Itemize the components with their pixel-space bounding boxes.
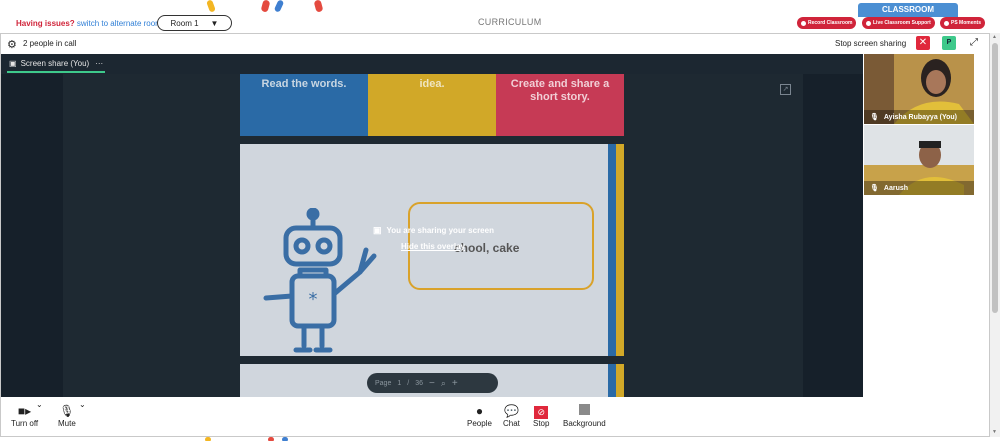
- tab-classroom[interactable]: CLASSROOM: [858, 3, 958, 17]
- scrollbar-thumb[interactable]: [992, 43, 998, 313]
- camera-options-chevron-icon[interactable]: ⌄: [36, 400, 43, 409]
- room-select[interactable]: Room 1 ▼: [157, 15, 232, 31]
- avatar[interactable]: P: [942, 36, 956, 50]
- more-options-icon[interactable]: ···: [95, 59, 103, 68]
- logo-stroke-red: [260, 0, 271, 13]
- tab-screen-share[interactable]: ▣ Screen share (You) ···: [7, 56, 106, 73]
- scroll-up-icon[interactable]: ▲: [992, 34, 997, 40]
- participant-name-bar: 🎙 Ayisha Rubayya (You): [864, 110, 974, 124]
- page-scrollbar[interactable]: ▲ ▼: [990, 33, 1000, 437]
- zoom-out-icon[interactable]: −: [429, 378, 435, 389]
- sharing-overlay: ▣ You are sharing your screen: [373, 225, 494, 236]
- sharing-overlay-text: You are sharing your screen: [386, 226, 494, 235]
- people-button[interactable]: ● People: [467, 403, 492, 428]
- chat-label: Chat: [503, 419, 520, 428]
- video-tile-self[interactable]: 🎙 Ayisha Rubayya (You): [864, 54, 974, 124]
- logo-stroke-blue: [273, 0, 285, 13]
- issues-banner: Having issues? switch to alternate room: [16, 19, 162, 28]
- logo-stroke-bottom-blue: [282, 437, 288, 441]
- record-classroom-button[interactable]: Record Classroom: [797, 17, 857, 29]
- tab-screen-share-label: Screen share (You): [20, 59, 90, 68]
- ps-moments-label: PS Moments: [951, 20, 982, 26]
- live-support-label: Live Classroom Support: [873, 20, 931, 26]
- people-label: People: [467, 419, 492, 428]
- live-support-button[interactable]: Live Classroom Support: [862, 17, 935, 29]
- page-label: Page: [375, 379, 392, 387]
- app-root: Having issues? switch to alternate room …: [0, 0, 1000, 441]
- card-story: Create and share a short story.: [496, 74, 624, 136]
- scroll-down-icon[interactable]: ▼: [992, 429, 997, 435]
- record-classroom-label: Record Classroom: [808, 20, 853, 26]
- ps-moments-button[interactable]: PS Moments: [940, 17, 986, 29]
- background-label: Background: [563, 419, 606, 428]
- participant-name: Aarush: [883, 184, 909, 192]
- issues-text: Having issues?: [16, 19, 75, 28]
- close-icon[interactable]: ✕: [916, 36, 930, 50]
- chevron-down-icon: ▼: [210, 18, 219, 28]
- logo-stroke-red-2: [313, 0, 324, 13]
- background-button[interactable]: Background: [563, 403, 606, 428]
- slide-edge-blue: [608, 364, 616, 397]
- record-icon: [801, 20, 806, 26]
- chat-button[interactable]: 💬 Chat: [503, 403, 520, 428]
- microphone-icon: 🎙: [59, 404, 75, 418]
- mute-label: Mute: [58, 419, 76, 428]
- call-header: ⚙ 2 people in call Stop screen sharing ✕…: [1, 34, 989, 53]
- mic-options-chevron-icon[interactable]: ⌄: [79, 400, 86, 409]
- person-icon: ●: [475, 404, 484, 418]
- participant-name-bar: 🎙 Aarush: [864, 181, 974, 195]
- stage-tab-bar: ▣ Screen share (You) ···: [1, 54, 863, 74]
- hide-overlay-link[interactable]: Hide this overlay: [401, 242, 465, 251]
- page-navigator: Page 1 / 36 − ⌕ +: [367, 373, 498, 393]
- room-select-value: Room 1: [170, 18, 199, 28]
- call-controls: ■▸ Turn off ⌄ 🎙 Mute ⌄ ● People 💬 Chat ⊘…: [1, 397, 989, 436]
- stop-share-icon: ⊘: [534, 403, 549, 419]
- camera-toggle-button[interactable]: ■▸ Turn off: [11, 403, 38, 428]
- camera-toggle-label: Turn off: [11, 419, 39, 428]
- mute-button[interactable]: 🎙 Mute: [58, 403, 76, 428]
- zoom-icon[interactable]: ⌕: [441, 378, 446, 389]
- stop-share-button[interactable]: ⊘ Stop: [533, 403, 549, 428]
- chat-bubble-icon: 💬: [503, 404, 519, 418]
- people-count: 2 people in call: [23, 39, 77, 48]
- logo-stroke-bottom-red: [268, 437, 274, 441]
- background-icon: [578, 403, 590, 419]
- gear-icon[interactable]: ⚙: [7, 38, 17, 51]
- logo-stroke-yellow: [206, 0, 216, 13]
- video-tile-participant[interactable]: 🎙 Aarush: [864, 125, 974, 195]
- moments-icon: [944, 20, 949, 26]
- page-total: 36: [415, 379, 424, 387]
- slide-edge-blue: [608, 144, 616, 356]
- svg-text:*: *: [309, 289, 318, 310]
- stop-screen-sharing-label: Stop screen sharing: [835, 39, 907, 48]
- page-separator: /: [407, 379, 410, 387]
- slide-edge-yellow: [616, 144, 624, 356]
- logo-stroke-bottom-yellow: [205, 437, 211, 441]
- zoom-in-icon[interactable]: +: [452, 378, 458, 389]
- popout-icon[interactable]: ↗: [780, 84, 791, 95]
- call-panel: ⚙ 2 people in call Stop screen sharing ✕…: [0, 33, 990, 437]
- activity-cards: Read the words. idea. Create and share a…: [240, 74, 624, 136]
- card-read: Read the words.: [240, 74, 368, 136]
- expand-icon[interactable]: ⤢: [967, 36, 981, 50]
- participant-name: Ayisha Rubayya (You): [883, 113, 958, 121]
- slide-edge-yellow: [616, 364, 624, 397]
- screen-share-stage: ▣ Screen share (You) ··· Read the words.…: [1, 54, 974, 397]
- camera-icon: ■▸: [17, 404, 32, 418]
- microphone-icon: 🎙: [870, 185, 879, 192]
- screen-share-icon: ▣: [373, 225, 382, 235]
- card-idea: idea.: [368, 74, 496, 136]
- screen-share-icon: ▣: [9, 59, 17, 68]
- stop-label: Stop: [533, 419, 550, 428]
- alternate-room-link[interactable]: switch to alternate room: [77, 19, 162, 28]
- microphone-icon: 🎙: [870, 114, 879, 121]
- page-current[interactable]: 1: [397, 380, 401, 387]
- support-icon: [866, 20, 871, 26]
- tab-curriculum[interactable]: CURRICULUM: [478, 17, 542, 27]
